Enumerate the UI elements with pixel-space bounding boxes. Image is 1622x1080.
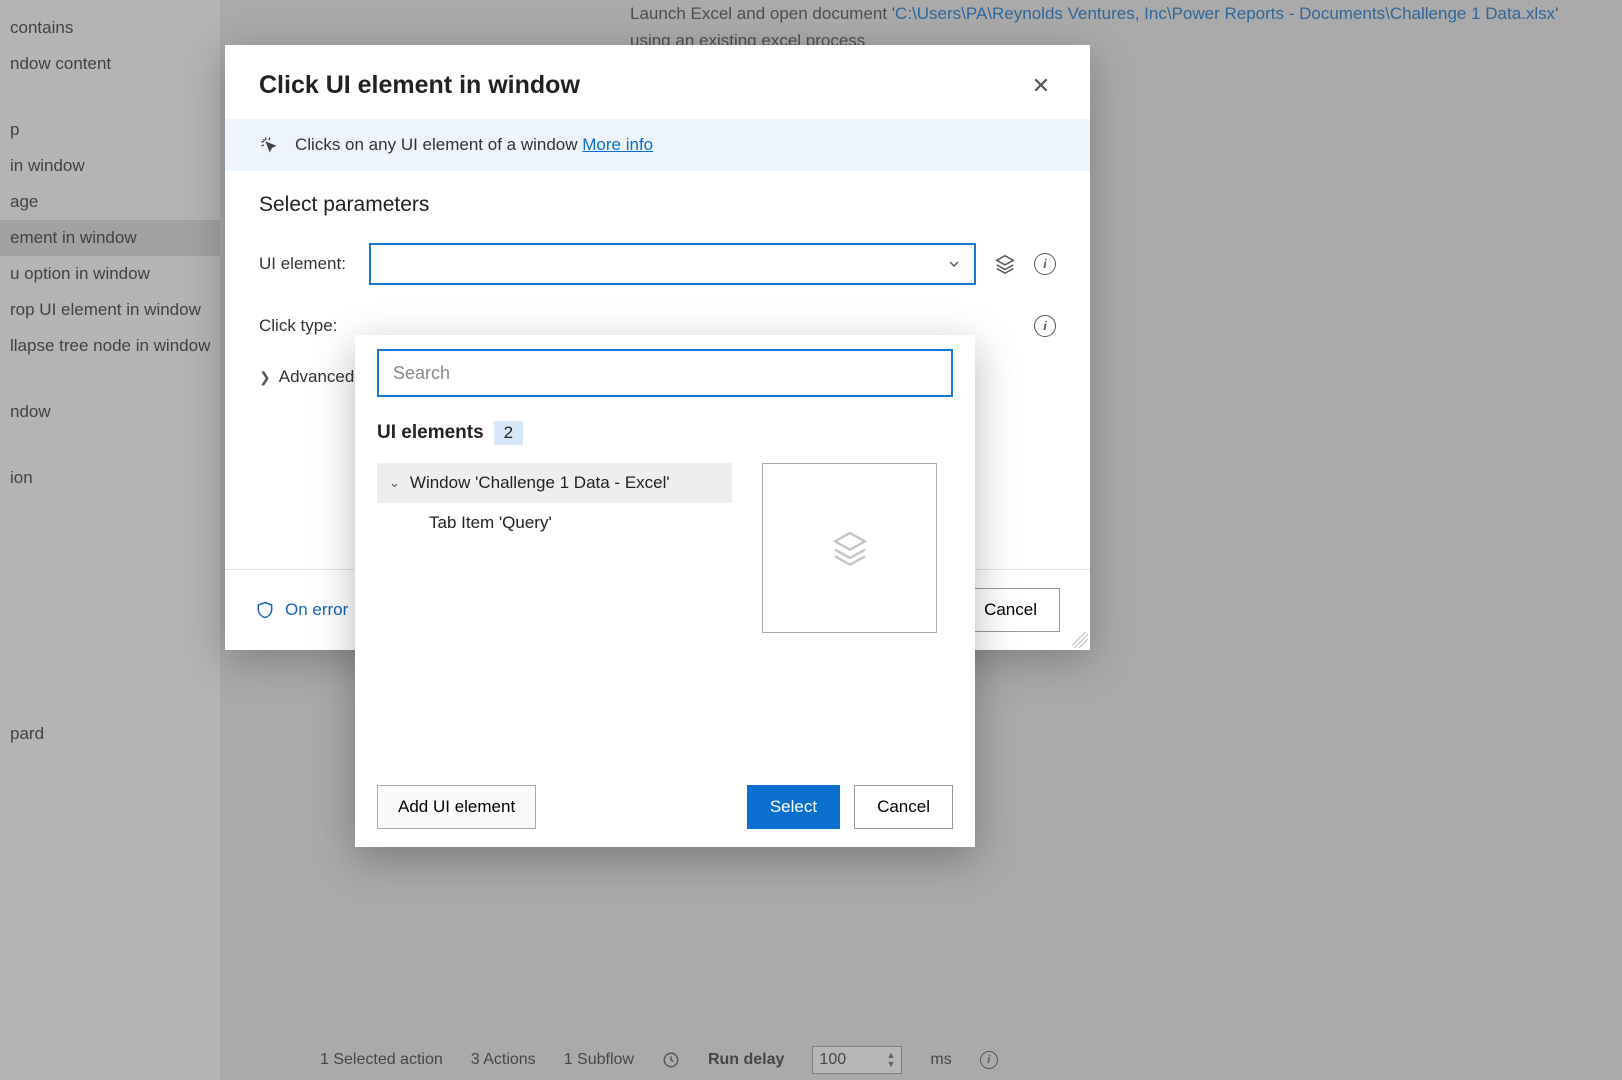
cancel-button[interactable]: Cancel	[854, 785, 953, 829]
info-icon[interactable]: i	[1034, 253, 1056, 275]
on-error-button[interactable]: On error	[255, 599, 348, 621]
resize-grip-icon[interactable]	[1072, 632, 1088, 648]
preview-placeholder	[762, 463, 937, 633]
shield-icon	[255, 599, 275, 621]
more-info-link[interactable]: More info	[582, 135, 653, 154]
close-icon: ✕	[1032, 73, 1050, 99]
tree-node-label: Window 'Challenge 1 Data - Excel'	[410, 473, 670, 493]
click-type-label: Click type:	[259, 316, 351, 336]
ui-elements-label: UI elements	[377, 422, 484, 444]
popup-footer: Add UI element Select Cancel	[377, 769, 953, 829]
chevron-down-icon	[946, 256, 962, 272]
dialog-info-banner: Clicks on any UI element of a window Mor…	[225, 119, 1090, 171]
ui-elements-tree-area: ⌄ Window 'Challenge 1 Data - Excel' Tab …	[377, 463, 953, 769]
search-input[interactable]	[377, 349, 953, 397]
chevron-right-icon: ❯	[259, 369, 271, 386]
advanced-label: Advanced	[279, 367, 355, 387]
ui-element-row: UI element: i	[259, 243, 1056, 285]
cancel-button[interactable]: Cancel	[961, 588, 1060, 632]
tree-node-label: Tab Item 'Query'	[429, 513, 552, 533]
close-button[interactable]: ✕	[1026, 71, 1056, 101]
info-icon[interactable]: i	[1034, 315, 1056, 337]
ui-element-dropdown[interactable]	[369, 243, 976, 285]
dialog-header: Click UI element in window ✕	[225, 45, 1090, 119]
banner-text: Clicks on any UI element of a window	[295, 135, 578, 154]
chevron-down-icon: ⌄	[389, 475, 400, 491]
add-ui-element-button[interactable]: Add UI element	[377, 785, 536, 829]
click-type-row: Click type: i	[259, 315, 1056, 337]
tree-node-window[interactable]: ⌄ Window 'Challenge 1 Data - Excel'	[377, 463, 732, 503]
ui-element-picker-popup: UI elements 2 ⌄ Window 'Challenge 1 Data…	[355, 335, 975, 847]
cursor-click-icon	[259, 135, 279, 155]
tree-node-tab-item[interactable]: Tab Item 'Query'	[377, 503, 732, 543]
on-error-label: On error	[285, 600, 348, 620]
select-button[interactable]: Select	[747, 785, 840, 829]
parameters-title: Select parameters	[259, 193, 1056, 217]
layers-icon	[830, 528, 870, 568]
ui-elements-header: UI elements 2	[377, 421, 953, 445]
layers-icon[interactable]	[994, 253, 1016, 275]
dialog-title: Click UI element in window	[259, 71, 580, 100]
ui-element-label: UI element:	[259, 254, 351, 274]
ui-elements-tree: ⌄ Window 'Challenge 1 Data - Excel' Tab …	[377, 463, 732, 769]
ui-elements-count-badge: 2	[494, 421, 523, 445]
